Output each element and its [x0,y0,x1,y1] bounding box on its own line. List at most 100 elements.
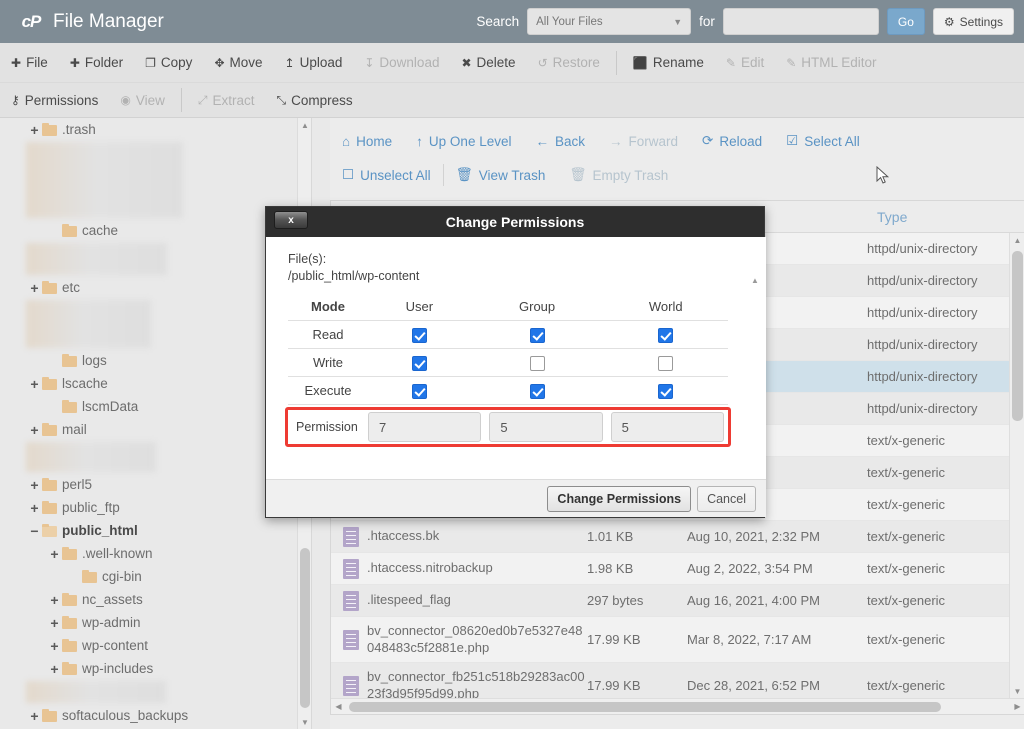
toolbar-item-extract: ⤢ Extract [187,83,266,117]
permission-row-write: Write [288,348,728,378]
search-input[interactable] [722,8,879,35]
nav-item-view-trash[interactable]: 🗑 View Trash [444,158,558,192]
permission-user-input[interactable]: 7 [368,412,482,443]
table-row[interactable]: .htaccess.bk 1.01 KB Aug 10, 2021, 2:32 PM… [331,521,1010,553]
cancel-button[interactable]: Cancel [697,485,756,512]
expand-icon[interactable]: + [48,592,61,608]
expand-icon[interactable]: + [28,280,41,296]
toolbar-item-label: Download [379,55,440,70]
expand-icon[interactable]: + [28,122,41,138]
table-row[interactable]: .htaccess.nitrobackup 1.98 KB Aug 2, 2022,… [331,553,1010,585]
file-name: .htaccess.bk [367,528,440,544]
close-icon[interactable]: x [274,211,308,229]
toolbar-item-rename[interactable]: ⬛ Rename [622,43,715,82]
scroll-down-icon[interactable]: ▼ [298,715,311,729]
expand-icon[interactable]: + [28,422,41,438]
tree-item-cgi-bin[interactable]: +cgi-bin [0,565,311,588]
file-navigation-bar: ⌂ Home ↑ Up One Level ← Back → Forward ⟳ Reload ☑ S… [330,118,1024,192]
expand-icon[interactable]: + [48,638,61,654]
expand-icon[interactable]: + [28,708,41,724]
checkbox-checked-icon-read-group[interactable] [529,327,545,343]
scroll-up-icon[interactable]: ▲ [748,273,762,287]
permission-cell-group [470,320,604,350]
toolbar-item-delete[interactable]: ✖ Delete [450,43,526,82]
table-row[interactable]: .litespeed_flag 297 bytes Aug 16, 2021, 4:… [331,585,1010,617]
scroll-left-icon[interactable]: ◀ [331,699,346,714]
mouse-cursor-icon [876,166,890,184]
scroll-up-icon[interactable]: ▲ [298,118,311,132]
permission-row-read: Read [288,320,728,350]
table-row[interactable]: bv_connector_08620ed0b7e5327e48048483c5f… [331,617,1010,663]
toolbar-item-permissions[interactable]: ⚷ Permissions [0,83,109,117]
nav-item-label: Empty Trash [592,167,669,183]
checkbox-checked-icon-read-world[interactable] [658,327,674,343]
toolbar-item-copy[interactable]: ❐ Copy [134,43,203,82]
nav-item-back[interactable]: ← Back [523,124,597,158]
nav-item-reload[interactable]: ⟳ Reload [690,124,774,158]
toolbar-item-move[interactable]: ✥ Move [203,43,273,82]
tree-item-wp-admin[interactable]: + wp-admin [0,611,311,634]
nav-item-unselect-all[interactable]: ☐ Unselect All [330,158,443,192]
file-icon [343,558,359,579]
files-label: File(s): [288,252,327,266]
tree-item-wp-includes[interactable]: + wp-includes [0,657,311,680]
table-row[interactable]: bv_connector_fb251c518b29283ac0023f3d95f… [331,663,1010,699]
search-scope-select[interactable]: All Your Files ▼ [527,8,692,35]
search-go-button[interactable]: Go [886,8,925,35]
plus-icon: ✚ [69,55,80,70]
permission-group-input[interactable]: 5 [489,412,603,443]
tree-item-.trash[interactable]: + .trash [0,118,311,141]
checkbox-checked-icon-execute-world[interactable] [658,383,674,399]
file-list-scroll-thumb[interactable] [1012,251,1023,421]
checkbox-checked-icon-execute-group[interactable] [529,383,545,399]
scroll-right-icon[interactable]: ▶ [1010,699,1024,714]
folder-icon [42,280,57,294]
permission-cell-user [368,376,471,406]
header-mode: Mode [288,292,368,322]
scroll-down-icon[interactable]: ▼ [1010,684,1024,699]
tree-item-nc_assets[interactable]: + nc_assets [0,588,311,611]
nav-item-home[interactable]: ⌂ Home [330,124,404,158]
change-permissions-button[interactable]: Change Permissions [547,485,692,512]
toolbar-item-upload[interactable]: ↥ Upload [274,43,354,82]
tree-item-softaculous_backups[interactable]: + softaculous_backups [0,704,311,727]
collapse-icon[interactable]: − [28,523,41,539]
file-type: text/x-generic [867,593,946,608]
expand-icon[interactable]: + [28,477,41,493]
tree-item-public_html[interactable]: − public_html [0,519,311,542]
toolbar-item-label: Extract [212,92,255,108]
file-manager-page: cP File Manager Search All Your Files ▼ … [0,0,1024,729]
nav-item-forward: → Forward [597,124,690,158]
tree-item-.well-known[interactable]: + .well-known [0,542,311,565]
checkbox-checked-icon-read-user[interactable] [411,327,427,343]
expand-icon[interactable]: + [48,615,61,631]
toolbar-item-compress[interactable]: ⤡ Compress [265,83,363,117]
checkbox-empty-icon-write-world[interactable] [658,355,674,371]
checkbox-empty-icon-write-group[interactable] [529,355,545,371]
dialog-vertical-scrollbar[interactable]: ▲ ▼ [748,273,762,481]
nav-item-label: View Trash [478,167,546,183]
toolbar-item-file[interactable]: ✚ File [0,43,59,82]
scroll-up-icon[interactable]: ▲ [1010,233,1024,248]
folder-icon [82,569,97,583]
expand-icon[interactable]: + [28,376,41,392]
file-list-horizontal-scrollbar[interactable]: ◀ ▶ [331,698,1024,714]
trash-icon: 🗑 [569,167,587,182]
nav-row-primary: ⌂ Home ↑ Up One Level ← Back → Forward ⟳ Reload ☑ S… [330,124,1024,158]
expand-icon[interactable]: + [48,546,61,562]
nav-item-up-one-level[interactable]: ↑ Up One Level [404,124,523,158]
file-list-vertical-scrollbar[interactable]: ▲ ▼ [1009,233,1024,699]
toolbar-item-view: ◉ View [109,83,176,117]
tree-item-wp-content[interactable]: + wp-content [0,634,311,657]
nav-item-select-all[interactable]: ☑ Select All [774,124,872,158]
expand-icon[interactable]: + [28,500,41,516]
checkbox-checked-icon-write-user[interactable] [411,355,427,371]
header-type[interactable]: Type [877,209,1011,225]
checkbox-checked-icon-execute-user[interactable] [411,383,427,399]
permission-world-input[interactable]: 5 [610,412,724,443]
settings-button[interactable]: ⚙ Settings [932,8,1014,35]
toolbar-item-folder[interactable]: ✚ Folder [59,43,134,82]
expand-icon[interactable]: + [48,661,61,677]
tree-scroll-thumb[interactable] [300,548,310,708]
file-list-hscroll-thumb[interactable] [349,702,941,712]
